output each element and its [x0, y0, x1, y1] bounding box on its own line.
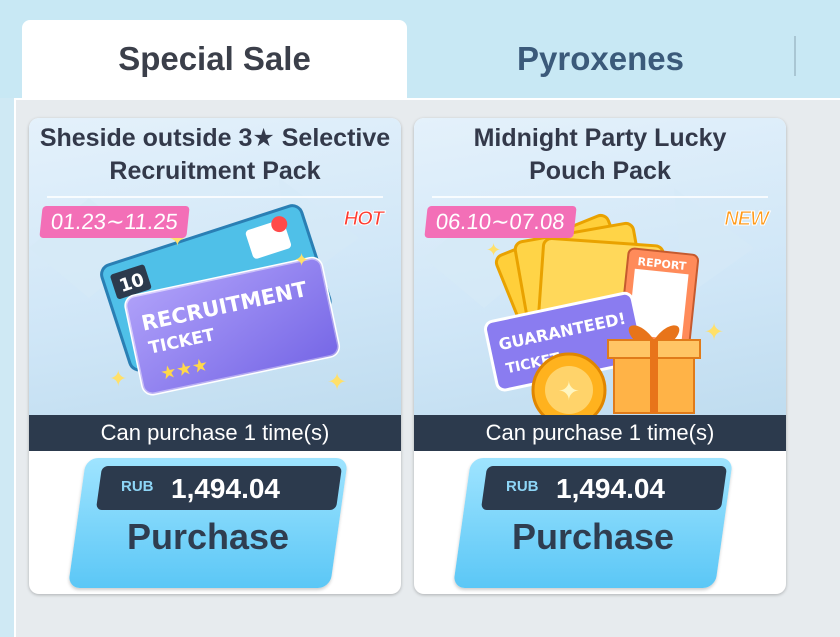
product-title: Midnight Party Lucky Pouch Pack: [418, 122, 782, 188]
svg-text:✦: ✦: [486, 240, 501, 261]
hot-tag: HOT: [343, 208, 384, 231]
purchase-limit-text: Can purchase 1 time(s): [414, 415, 786, 451]
purchase-limit-text: Can purchase 1 time(s): [29, 415, 401, 451]
price-value: 1,494.04: [171, 473, 280, 504]
price-value: 1,494.04: [556, 473, 665, 504]
product-card-lucky-pouch-pack[interactable]: REPORT GUARANTEED! TICKET ✦ ✦ ✦ Midnight…: [414, 118, 786, 594]
product-title-line1: Midnight Party Lucky: [473, 124, 727, 152]
title-divider: [432, 196, 768, 198]
title-divider: [47, 196, 383, 198]
tab-bar: Special Sale Pyroxenes: [0, 0, 840, 98]
currency-label: RUB: [506, 478, 539, 495]
tab-divider: [794, 36, 796, 76]
product-title-line1: Sheside outside 3★ Selective: [39, 124, 391, 152]
svg-text:✦: ✦: [704, 318, 724, 346]
product-title: Sheside outside 3★ Selective Recruitment…: [33, 122, 397, 188]
svg-text:✦: ✦: [558, 377, 580, 407]
currency-label: RUB: [121, 478, 154, 495]
product-card-recruitment-pack[interactable]: 10 RECRUITMENT TICKET ★★★ ✦ ✦ ✦ ✦ Shesid…: [29, 118, 401, 594]
sale-date-badge: 01.23∼11.25: [39, 206, 190, 238]
svg-text:✦: ✦: [109, 367, 127, 392]
sale-date-badge: 06.10∼07.08: [424, 206, 577, 238]
new-tag: NEW: [724, 208, 770, 231]
purchase-button-label[interactable]: Purchase: [462, 516, 724, 558]
tab-pyroxenes[interactable]: Pyroxenes: [407, 20, 794, 98]
product-title-line2: Recruitment Pack: [109, 157, 321, 185]
svg-text:✦: ✦: [294, 250, 309, 271]
svg-text:✦: ✦: [327, 368, 347, 396]
product-title-line2: Pouch Pack: [529, 157, 671, 185]
purchase-button-label[interactable]: Purchase: [77, 516, 339, 558]
tab-special-sale[interactable]: Special Sale: [22, 20, 407, 98]
